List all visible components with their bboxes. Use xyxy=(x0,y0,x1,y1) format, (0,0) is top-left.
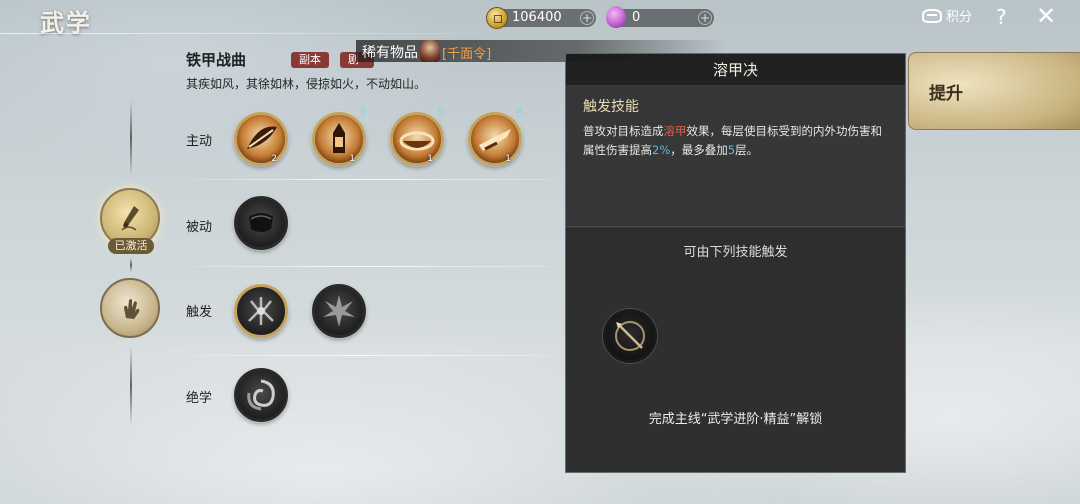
trigger-skill-1[interactable] xyxy=(234,284,288,338)
ring-sweep-icon xyxy=(399,131,435,151)
row-divider xyxy=(160,266,550,267)
upgrade-button[interactable]: 提升 xyxy=(908,52,1080,130)
desc-text: ，最多叠加 xyxy=(670,143,728,157)
detail-heading: 触发技能 xyxy=(583,99,639,115)
set-name: 铁甲战曲 xyxy=(186,51,247,69)
trigger-source-heading: 可由下列技能触发 xyxy=(683,245,788,260)
burst-icon xyxy=(323,295,355,327)
set-activated-badge[interactable]: 已激活 xyxy=(100,188,160,254)
skill-level: 2 xyxy=(271,154,277,164)
help-button[interactable]: ? xyxy=(996,5,1007,29)
hand-icon xyxy=(124,299,140,319)
active-skill-1[interactable]: 2 xyxy=(234,112,288,166)
blade-thrust-icon xyxy=(479,129,511,151)
shatter-armor-icon xyxy=(248,297,274,325)
coin-amount: 106400 xyxy=(512,10,562,25)
active-skill-2[interactable]: ⇧ 1 xyxy=(312,107,368,166)
desc-stack-highlight: 5 xyxy=(727,143,736,157)
tower-strike-icon xyxy=(333,123,345,153)
set-motto: 其疾如风，其徐如林，侵掠如火，不动如山。 xyxy=(186,77,427,91)
skill-level: 1 xyxy=(505,154,511,164)
spear-icon xyxy=(615,321,645,351)
detail-divider xyxy=(566,226,905,227)
unlock-requirement: 完成主线“武学进阶·精益”解锁 xyxy=(648,412,823,427)
tag-dungeon: 副本 xyxy=(291,52,329,68)
detail-title: 溶甲决 xyxy=(566,54,905,86)
upgrade-arrow-icon: ⇧ xyxy=(513,106,525,121)
gem-icon xyxy=(606,6,626,28)
add-coins-button[interactable]: + xyxy=(580,11,594,25)
row-divider xyxy=(160,355,550,356)
add-gems-button[interactable]: + xyxy=(698,11,712,25)
brush-icon xyxy=(121,206,139,231)
skill-level: 1 xyxy=(427,154,433,164)
desc-text: 普攻对目标造成 xyxy=(583,124,664,138)
armor-plate-icon xyxy=(249,213,273,232)
coin-counter: 106400 + xyxy=(486,7,596,29)
category-passive-label: 被动 xyxy=(186,220,213,235)
active-skill-4[interactable]: ⇧ 1 xyxy=(468,107,524,166)
upgrade-arrow-icon: ⇧ xyxy=(357,106,369,121)
ultimate-skill-1[interactable] xyxy=(234,368,288,422)
trigger-skill-2[interactable] xyxy=(312,284,366,338)
mask-token-icon xyxy=(420,40,440,62)
category-ultimate-label: 绝学 xyxy=(186,391,213,406)
detail-description: 普攻对目标造成溶甲效果，每层使目标受到的内外功伤害和属性伤害提高2%，最多叠加5… xyxy=(583,122,891,160)
desc-value-highlight: 2% xyxy=(652,143,671,157)
passive-skill-1[interactable] xyxy=(234,196,288,250)
activated-label: 已激活 xyxy=(108,238,154,254)
trigger-source-skill[interactable] xyxy=(603,309,657,363)
points-icon xyxy=(922,9,942,23)
category-active-label: 主动 xyxy=(186,134,213,149)
vortex-icon xyxy=(247,379,275,411)
rare-item-label: 稀有物品 xyxy=(362,45,418,61)
category-line-mid xyxy=(130,258,132,272)
desc-text: 层。 xyxy=(735,143,759,157)
leaf-slash-icon xyxy=(247,126,277,149)
coin-icon xyxy=(486,7,508,29)
category-line-bottom xyxy=(130,346,132,426)
skill-detail-panel: 溶甲决 触发技能 普攻对目标造成溶甲效果，每层使目标受到的内外功伤害和属性伤害提… xyxy=(565,53,906,473)
gem-counter: 0 + xyxy=(606,6,714,28)
rare-item-link[interactable]: [千面令] xyxy=(442,43,491,62)
points-button[interactable]: 积分 xyxy=(922,8,972,28)
header-divider xyxy=(0,33,560,34)
desc-effect-highlight: 溶甲 xyxy=(663,124,687,138)
upgrade-arrow-icon: ⇧ xyxy=(435,106,447,121)
skill-level: 1 xyxy=(349,154,355,164)
points-label: 积分 xyxy=(946,10,973,25)
upgrade-label: 提升 xyxy=(929,84,963,104)
set-locked-badge[interactable] xyxy=(100,278,160,338)
row-divider xyxy=(160,179,550,180)
category-line-top xyxy=(130,100,132,176)
category-trigger-label: 触发 xyxy=(186,305,213,320)
gem-amount: 0 xyxy=(632,10,641,25)
active-skill-3[interactable]: ⇧ 1 xyxy=(390,107,446,166)
close-button[interactable]: ✕ xyxy=(1036,2,1056,30)
